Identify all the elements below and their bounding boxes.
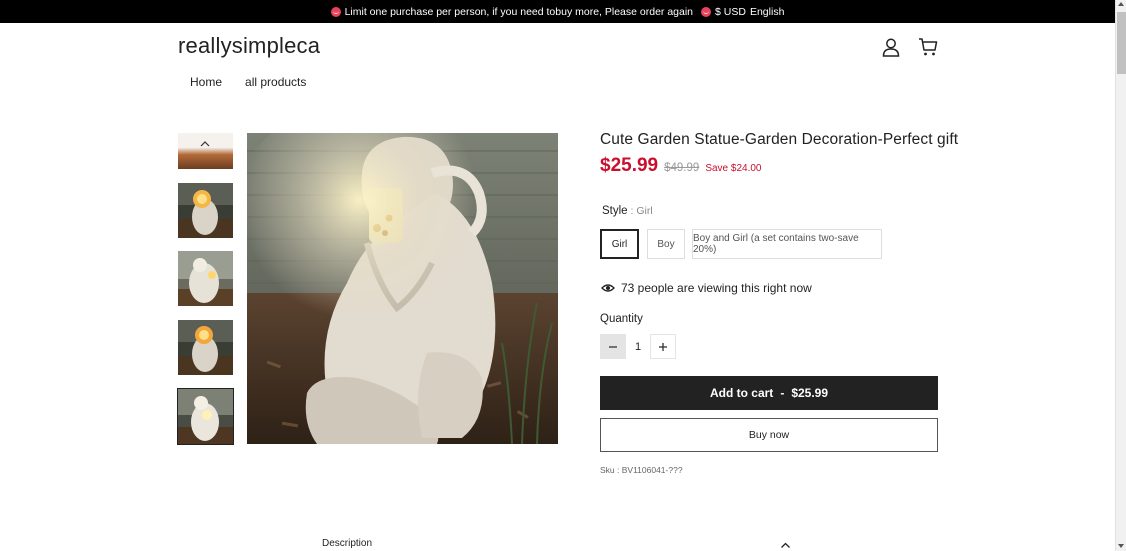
product-main-image[interactable] — [247, 133, 558, 444]
thumbnail-2[interactable] — [178, 251, 233, 306]
currency-selector[interactable]: $ USD — [715, 6, 746, 18]
viewers-notice: 73 people are viewing this right now — [601, 281, 812, 295]
main-nav: Home all products — [190, 75, 306, 89]
minus-icon — [609, 345, 617, 348]
announcement-bar: Limit one purchase per person, if you ne… — [0, 0, 1115, 23]
plus-icon — [659, 342, 667, 351]
add-to-cart-price: $25.99 — [791, 386, 829, 400]
smiley-icon — [701, 6, 712, 17]
thumbnail-scroll-up[interactable] — [178, 133, 233, 169]
description-tab-label[interactable]: Description — [322, 538, 372, 549]
page-scrollbar[interactable] — [1115, 0, 1126, 551]
nav-item-all-products[interactable]: all products — [245, 75, 306, 89]
announcement-text: Limit one purchase per person, if you ne… — [344, 5, 694, 18]
save-amount: Save $24.00 — [705, 163, 762, 174]
quantity-stepper: 1 — [600, 334, 676, 359]
viewers-text: 73 people are viewing this right now — [621, 281, 812, 295]
add-to-cart-label: Add to cart — [709, 386, 774, 400]
add-to-cart-button[interactable]: Add to cart - $25.99 — [600, 376, 938, 410]
language-selector[interactable]: English — [750, 6, 784, 18]
nav-item-home[interactable]: Home — [190, 75, 222, 89]
scroll-up-arrow-icon[interactable] — [1118, 2, 1124, 6]
store-logo[interactable]: reallysimpleca — [178, 33, 320, 59]
compare-price: $49.99 — [664, 162, 700, 174]
thumbnail-3[interactable] — [178, 320, 233, 375]
user-icon[interactable] — [881, 37, 901, 57]
buy-now-button[interactable]: Buy now — [600, 418, 938, 452]
quantity-value[interactable]: 1 — [626, 334, 650, 359]
statue-image — [247, 133, 558, 444]
thumbnail-1[interactable] — [178, 183, 233, 238]
style-option-boy-and-girl[interactable]: Boy and Girl (a set contains two-save 20… — [692, 229, 882, 259]
thumbnail-4[interactable] — [177, 388, 234, 445]
chevron-up-icon[interactable] — [200, 139, 210, 149]
sku-text: Sku : BV1106041-??? — [600, 465, 683, 475]
style-label: Style : Girl — [602, 205, 653, 217]
product-price: $25.99 — [600, 155, 659, 176]
style-label-text: Style — [602, 205, 628, 217]
thumbnail-image — [178, 320, 233, 375]
thumbnail-image — [178, 251, 233, 306]
product-title: Cute Garden Statue-Garden Decoration-Per… — [600, 131, 959, 148]
price-row: $25.99 $49.99 Save $24.00 — [600, 155, 761, 177]
smiley-icon — [330, 6, 341, 17]
scrollbar-thumb[interactable] — [1117, 12, 1126, 74]
quantity-increase-button[interactable] — [650, 334, 676, 359]
quantity-label: Quantity — [600, 313, 643, 325]
thumbnail-image — [178, 389, 233, 444]
scroll-down-arrow-icon[interactable] — [1118, 544, 1124, 548]
thumbnail-image — [178, 183, 233, 238]
add-to-cart-separator: - — [780, 386, 785, 400]
cart-icon[interactable] — [918, 37, 938, 57]
eye-icon — [601, 284, 615, 292]
style-option-boy[interactable]: Boy — [647, 229, 685, 259]
style-selected-value: Girl — [636, 205, 653, 217]
quantity-decrease-button[interactable] — [600, 334, 626, 359]
style-option-girl[interactable]: Girl — [600, 229, 639, 259]
chevron-up-icon[interactable] — [780, 540, 791, 551]
